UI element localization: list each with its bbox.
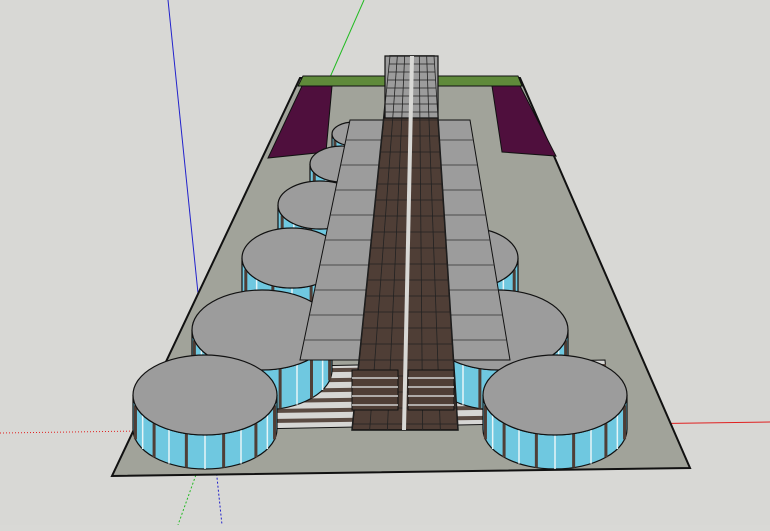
model-canvas[interactable] [0, 0, 770, 525]
purple-patch-right[interactable] [491, 85, 557, 157]
front-stair-left [351, 369, 399, 411]
3d-viewport[interactable] [0, 0, 770, 525]
left-lobe-0 [132, 354, 278, 470]
purple-patch-left[interactable] [267, 85, 333, 159]
lobe-roof [132, 354, 278, 436]
front-stair-right [407, 369, 455, 411]
lobe-roof [482, 354, 628, 436]
right-lobe-0 [482, 354, 628, 470]
